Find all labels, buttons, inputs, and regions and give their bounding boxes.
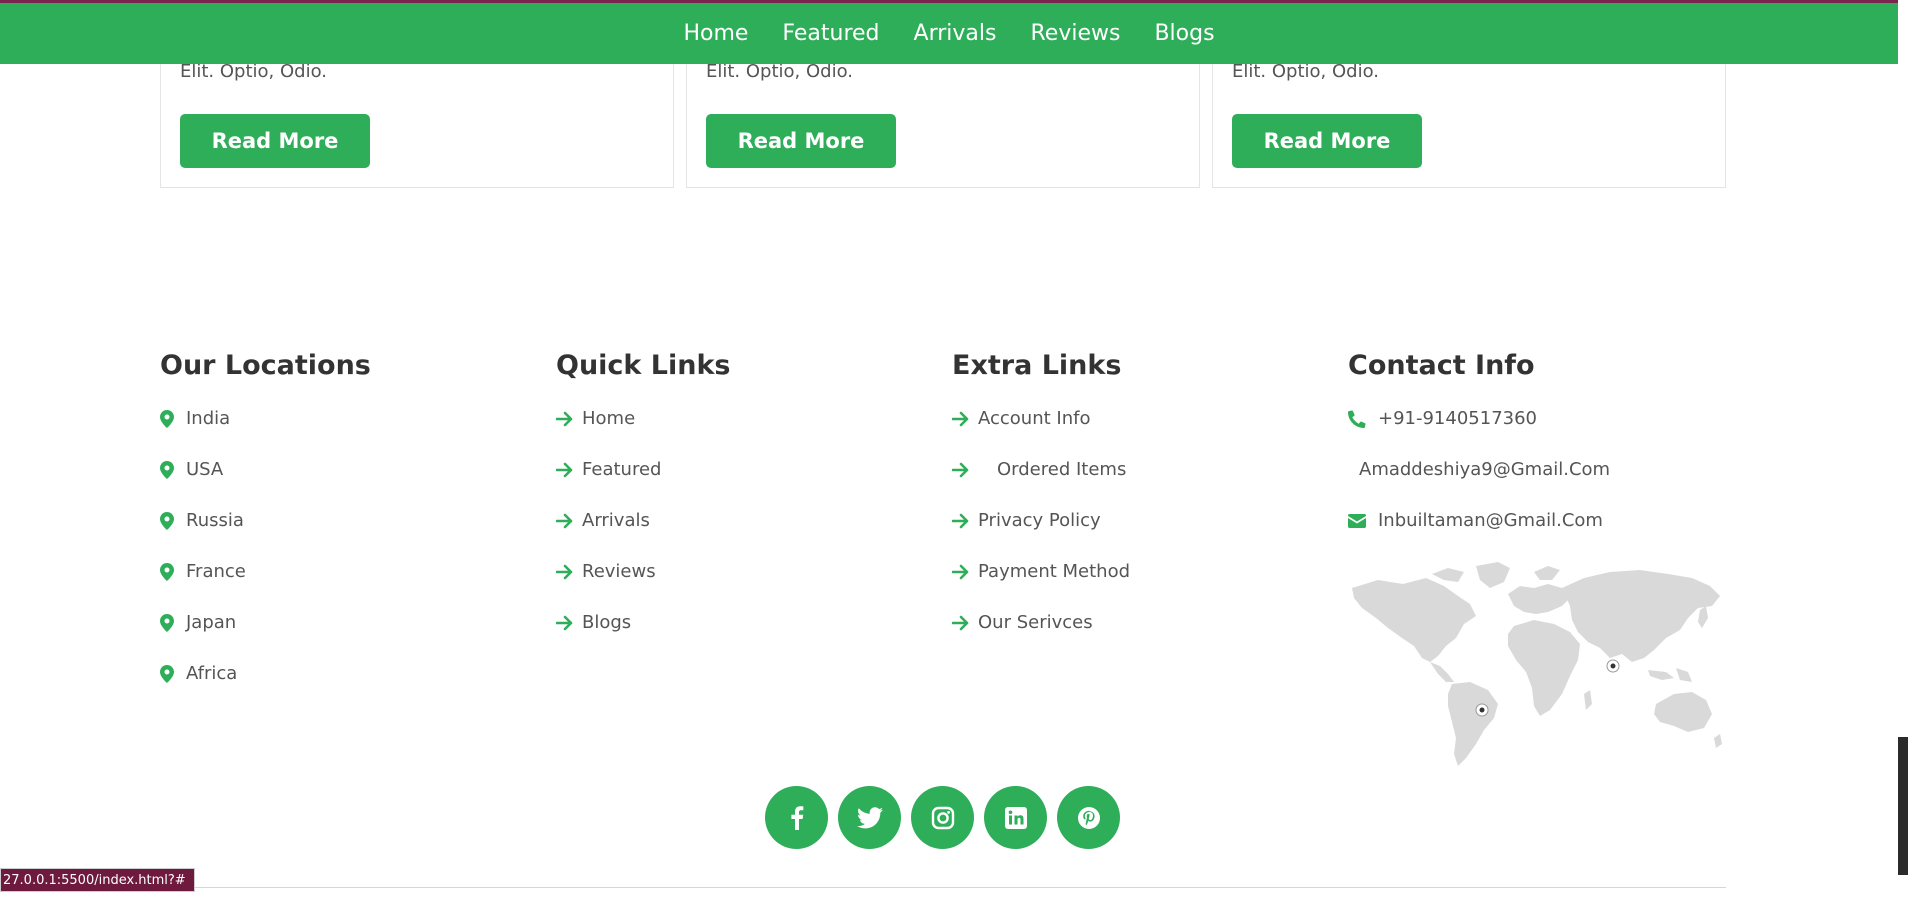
extra-link-privacy-policy[interactable]: Privacy Policy: [952, 509, 1130, 560]
quick-link-label: Home: [582, 408, 636, 429]
arrow-right-icon: [556, 560, 580, 584]
location-item[interactable]: India: [160, 407, 371, 458]
blog-card-excerpt: Elit. Optio, Odio.: [180, 61, 327, 82]
location-item[interactable]: France: [160, 560, 371, 611]
arrow-right-icon: [952, 458, 976, 482]
nav-arrivals[interactable]: Arrivals: [914, 21, 997, 46]
nav-featured[interactable]: Featured: [782, 21, 879, 46]
location-label: France: [186, 561, 246, 582]
quick-link-reviews[interactable]: Reviews: [556, 560, 731, 611]
facebook-icon[interactable]: [765, 786, 828, 849]
extra-link-label: Account Info: [978, 408, 1091, 429]
map-marker-icon: [160, 509, 184, 533]
contact-email-text: Inbuiltaman@Gmail.Com: [1378, 510, 1603, 531]
arrow-right-icon: [556, 509, 580, 533]
extra-link-account-info[interactable]: Account Info: [952, 407, 1130, 458]
twitter-icon[interactable]: [838, 786, 901, 849]
blog-card-excerpt: Elit. Optio, Odio.: [1232, 61, 1379, 82]
locations-heading: Our Locations: [160, 350, 371, 381]
contact-email-primary[interactable]: Amaddeshiya9@Gmail.Com: [1348, 458, 1610, 509]
pinterest-icon[interactable]: [1057, 786, 1120, 849]
location-item[interactable]: Japan: [160, 611, 371, 662]
footer-divider: [160, 887, 1726, 888]
map-marker-icon: [160, 662, 184, 686]
quick-link-label: Reviews: [582, 561, 656, 582]
contact-heading: Contact Info: [1348, 350, 1535, 381]
extra-links-heading: Extra Links: [952, 350, 1122, 381]
quick-link-label: Arrivals: [582, 510, 650, 531]
blog-card-excerpt: Elit. Optio, Odio.: [706, 61, 853, 82]
arrow-right-icon: [952, 407, 976, 431]
location-label: USA: [186, 459, 224, 480]
read-more-button[interactable]: Read More: [1232, 114, 1422, 168]
location-label: Russia: [186, 510, 244, 531]
map-marker-icon: [160, 407, 184, 431]
extra-link-label: Privacy Policy: [978, 510, 1101, 531]
nav-home[interactable]: Home: [683, 21, 748, 46]
page-scrollbar[interactable]: [1898, 0, 1908, 897]
location-item[interactable]: USA: [160, 458, 371, 509]
read-more-button[interactable]: Read More: [180, 114, 370, 168]
arrow-right-icon: [556, 458, 580, 482]
extra-link-our-services[interactable]: Our Serivces: [952, 611, 1130, 662]
extra-link-ordered-items[interactable]: Ordered Items: [952, 458, 1130, 509]
arrow-right-icon: [556, 407, 580, 431]
linkedin-icon[interactable]: [984, 786, 1047, 849]
map-marker-icon: [160, 611, 184, 635]
quick-link-arrivals[interactable]: Arrivals: [556, 509, 731, 560]
read-more-button[interactable]: Read More: [706, 114, 896, 168]
arrow-right-icon: [952, 611, 976, 635]
arrow-right-icon: [556, 611, 580, 635]
extra-link-label: Ordered Items: [997, 459, 1127, 480]
arrow-right-icon: [952, 509, 976, 533]
contact-email-text: Amaddeshiya9@Gmail.Com: [1359, 459, 1611, 480]
scrollbar-thumb[interactable]: [1898, 737, 1908, 875]
quick-link-blogs[interactable]: Blogs: [556, 611, 731, 662]
quick-link-label: Blogs: [582, 612, 632, 633]
map-marker-icon: [160, 560, 184, 584]
browser-status-url: 27.0.0.1:5500/index.html?#: [0, 868, 195, 892]
locations-column: Our Locations India USA Russia France Ja…: [160, 350, 371, 713]
world-map-image: [1348, 558, 1726, 770]
extra-link-label: Payment Method: [978, 561, 1131, 582]
quick-link-label: Featured: [582, 459, 662, 480]
nav-reviews[interactable]: Reviews: [1030, 21, 1120, 46]
location-label: Japan: [186, 612, 237, 633]
envelope-icon: [1348, 509, 1376, 533]
extra-links-column: Extra Links Account Info Ordered Items P…: [952, 350, 1130, 662]
nav-blogs[interactable]: Blogs: [1154, 21, 1214, 46]
phone-icon: [1348, 407, 1376, 431]
top-navbar: Home Featured Arrivals Reviews Blogs: [0, 3, 1898, 64]
extra-link-payment-method[interactable]: Payment Method: [952, 560, 1130, 611]
quick-links-heading: Quick Links: [556, 350, 731, 381]
map-marker-icon: [160, 458, 184, 482]
instagram-icon[interactable]: [911, 786, 974, 849]
contact-phone[interactable]: +91-9140517360: [1348, 407, 1610, 458]
contact-email-secondary[interactable]: Inbuiltaman@Gmail.Com: [1348, 509, 1610, 560]
arrow-right-icon: [952, 560, 976, 584]
quick-links-column: Quick Links Home Featured Arrivals Revie…: [556, 350, 731, 662]
extra-link-label: Our Serivces: [978, 612, 1093, 633]
contact-column: Contact Info +91-9140517360 Amaddeshiya9…: [1348, 350, 1610, 560]
location-label: Africa: [186, 663, 238, 684]
location-label: India: [186, 408, 231, 429]
location-item[interactable]: Africa: [160, 662, 371, 713]
quick-link-featured[interactable]: Featured: [556, 458, 731, 509]
contact-phone-text: +91-9140517360: [1378, 408, 1538, 429]
quick-link-home[interactable]: Home: [556, 407, 731, 458]
location-item[interactable]: Russia: [160, 509, 371, 560]
social-links: [765, 786, 1120, 849]
